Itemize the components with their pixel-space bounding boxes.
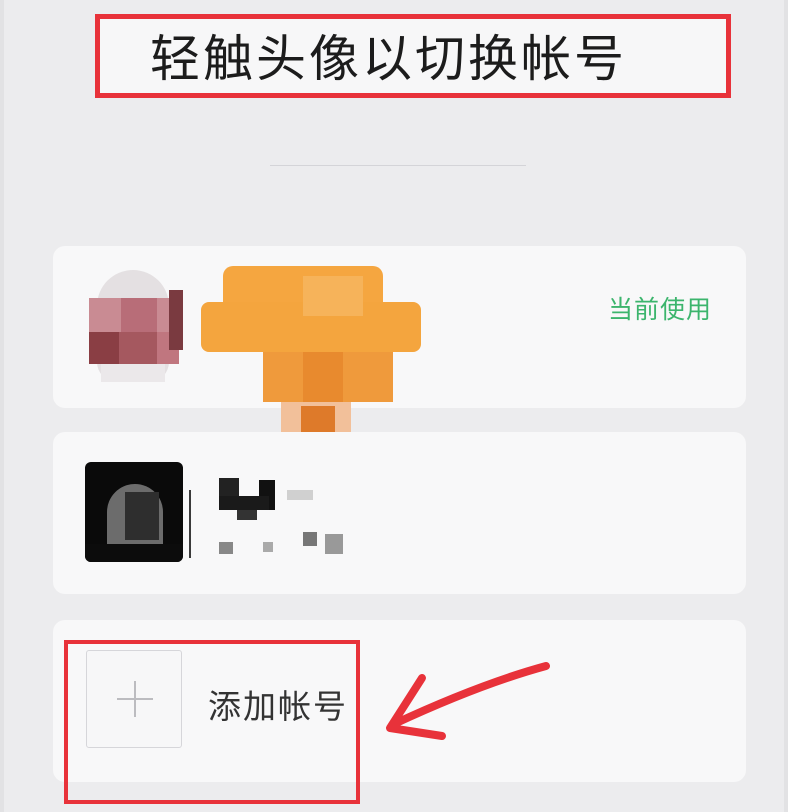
add-account-highlight-box — [64, 640, 360, 804]
title-highlight-box: 轻触头像以切换帐号 — [95, 14, 731, 98]
page-title: 轻触头像以切换帐号 — [150, 30, 627, 88]
screen-edge-right — [784, 0, 788, 812]
screen-edge-left — [0, 0, 4, 812]
account-card[interactable] — [53, 432, 746, 594]
annotation-arrow-icon — [386, 662, 550, 740]
avatar[interactable] — [85, 462, 183, 562]
current-account-status: 当前使用 — [607, 295, 712, 324]
account-card-current[interactable]: 当前使用 — [53, 246, 746, 464]
account-name-mosaic — [217, 478, 357, 558]
divider — [270, 165, 526, 166]
avatar[interactable] — [81, 270, 185, 382]
avatar-edge-line — [189, 490, 191, 558]
